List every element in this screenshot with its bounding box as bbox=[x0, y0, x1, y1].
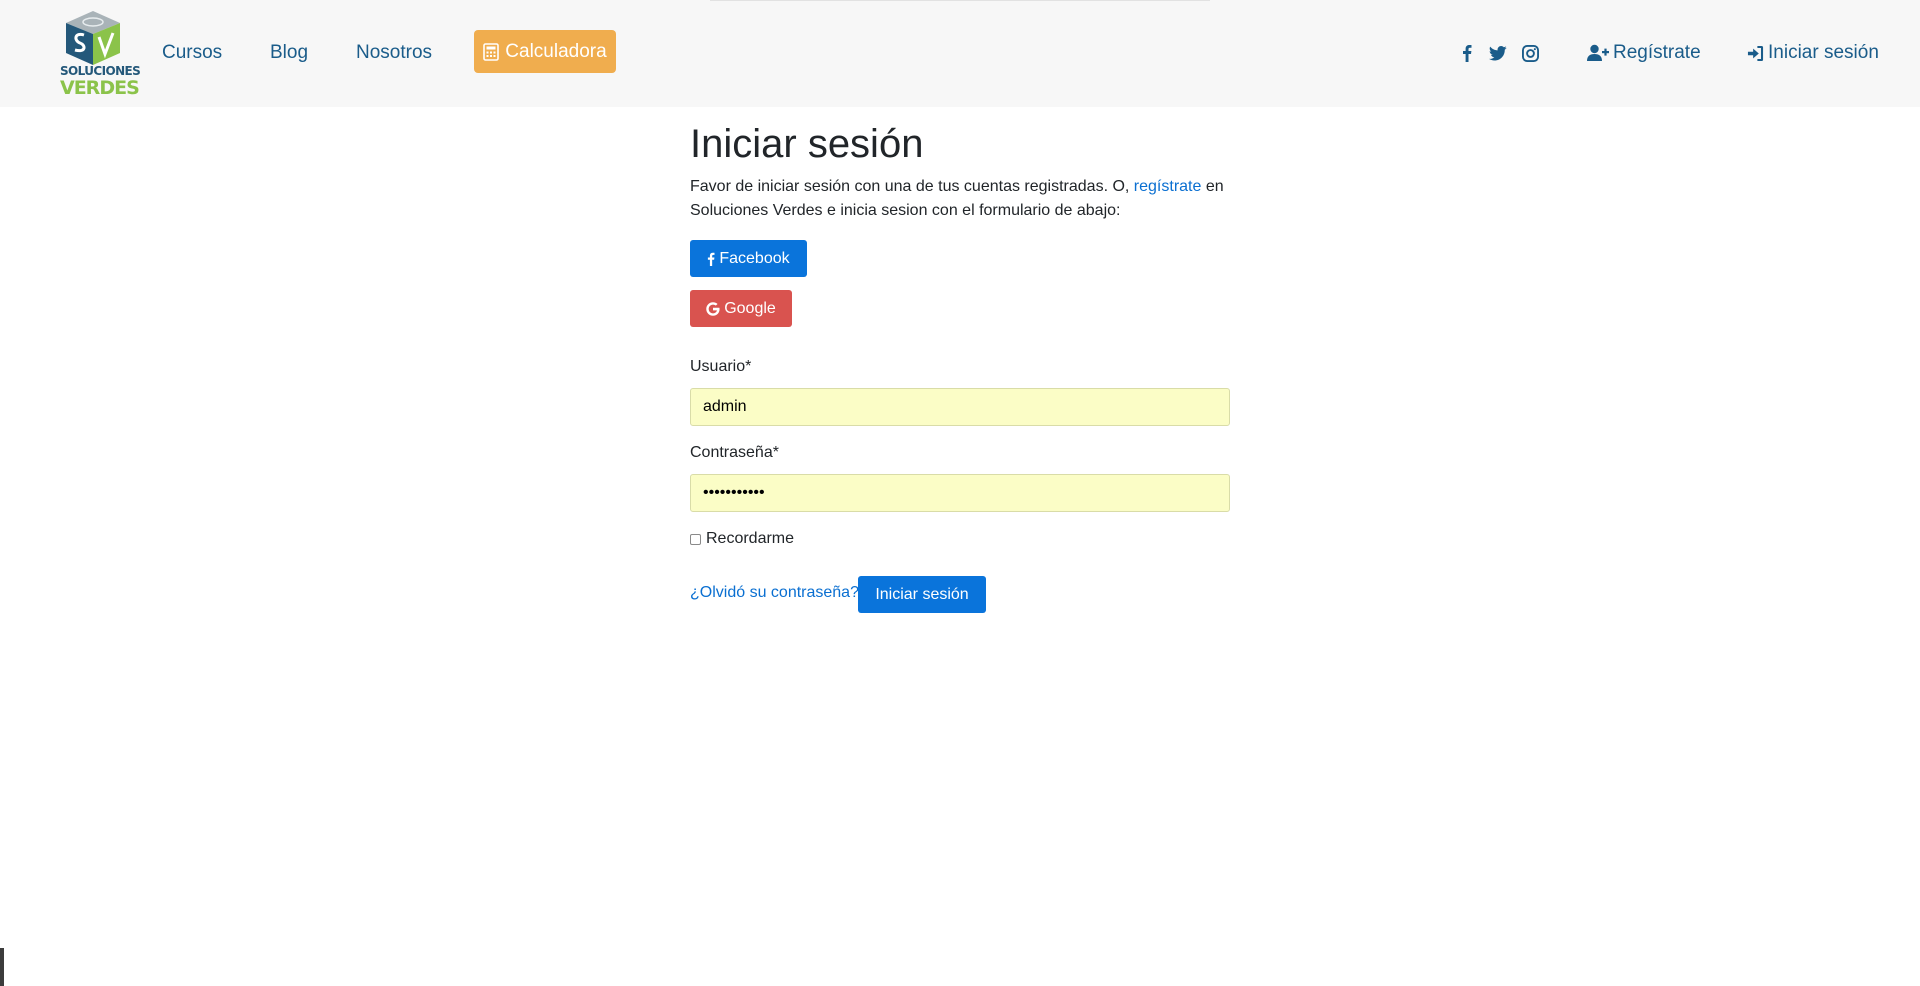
intro-text: Favor de iniciar sesión con una de tus c… bbox=[690, 175, 1230, 223]
top-navbar: SOLUCIONES VERDES Cursos Blog Nosotros C… bbox=[0, 0, 1920, 107]
logo-text-line1: SOLUCIONES bbox=[60, 64, 141, 78]
facebook-icon bbox=[708, 252, 715, 266]
intro-text-start: Favor de iniciar sesión con una de tus c… bbox=[690, 178, 1134, 195]
register-link[interactable]: Regístrate bbox=[1587, 40, 1701, 66]
logo-cube-icon bbox=[66, 11, 120, 65]
login-link[interactable]: Iniciar sesión bbox=[1747, 40, 1879, 66]
window-edge bbox=[0, 948, 4, 986]
username-label: Usuario* bbox=[690, 358, 752, 375]
sign-in-icon bbox=[1747, 45, 1764, 61]
nav-link-blog[interactable]: Blog bbox=[270, 40, 308, 66]
username-field[interactable] bbox=[690, 388, 1230, 426]
calculator-icon bbox=[483, 42, 500, 61]
top-divider bbox=[710, 0, 1210, 1]
google-icon bbox=[706, 301, 720, 316]
nav-link-nosotros[interactable]: Nosotros bbox=[356, 40, 432, 66]
page-title: Iniciar sesión bbox=[690, 122, 924, 166]
facebook-login-label: Facebook bbox=[719, 249, 790, 267]
register-inline-link[interactable]: regístrate bbox=[1134, 178, 1202, 195]
user-plus-icon bbox=[1587, 44, 1609, 61]
calculator-button[interactable]: Calculadora bbox=[474, 30, 616, 73]
password-label: Contraseña* bbox=[690, 444, 779, 461]
login-submit-button[interactable]: Iniciar sesión bbox=[858, 576, 986, 613]
logo-text-line2: VERDES bbox=[60, 77, 140, 99]
facebook-login-button[interactable]: Facebook bbox=[690, 240, 807, 277]
password-field[interactable]: ••••••••••• bbox=[690, 474, 1230, 512]
google-login-button[interactable]: Google bbox=[690, 290, 792, 327]
facebook-icon[interactable] bbox=[1456, 42, 1478, 64]
twitter-icon[interactable] bbox=[1487, 42, 1509, 64]
forgot-password-link[interactable]: ¿Olvidó su contraseña? bbox=[690, 582, 859, 604]
google-login-label: Google bbox=[724, 299, 776, 317]
logo[interactable]: SOLUCIONES VERDES bbox=[60, 10, 141, 99]
calculator-label: Calculadora bbox=[505, 40, 607, 62]
remember-checkbox[interactable] bbox=[690, 533, 701, 545]
remember-row: Recordarme bbox=[690, 528, 794, 550]
nav-link-cursos[interactable]: Cursos bbox=[162, 40, 222, 66]
remember-label[interactable]: Recordarme bbox=[706, 528, 794, 550]
register-label: Regístrate bbox=[1613, 42, 1701, 63]
instagram-icon[interactable] bbox=[1519, 42, 1541, 64]
login-label: Iniciar sesión bbox=[1768, 42, 1879, 63]
